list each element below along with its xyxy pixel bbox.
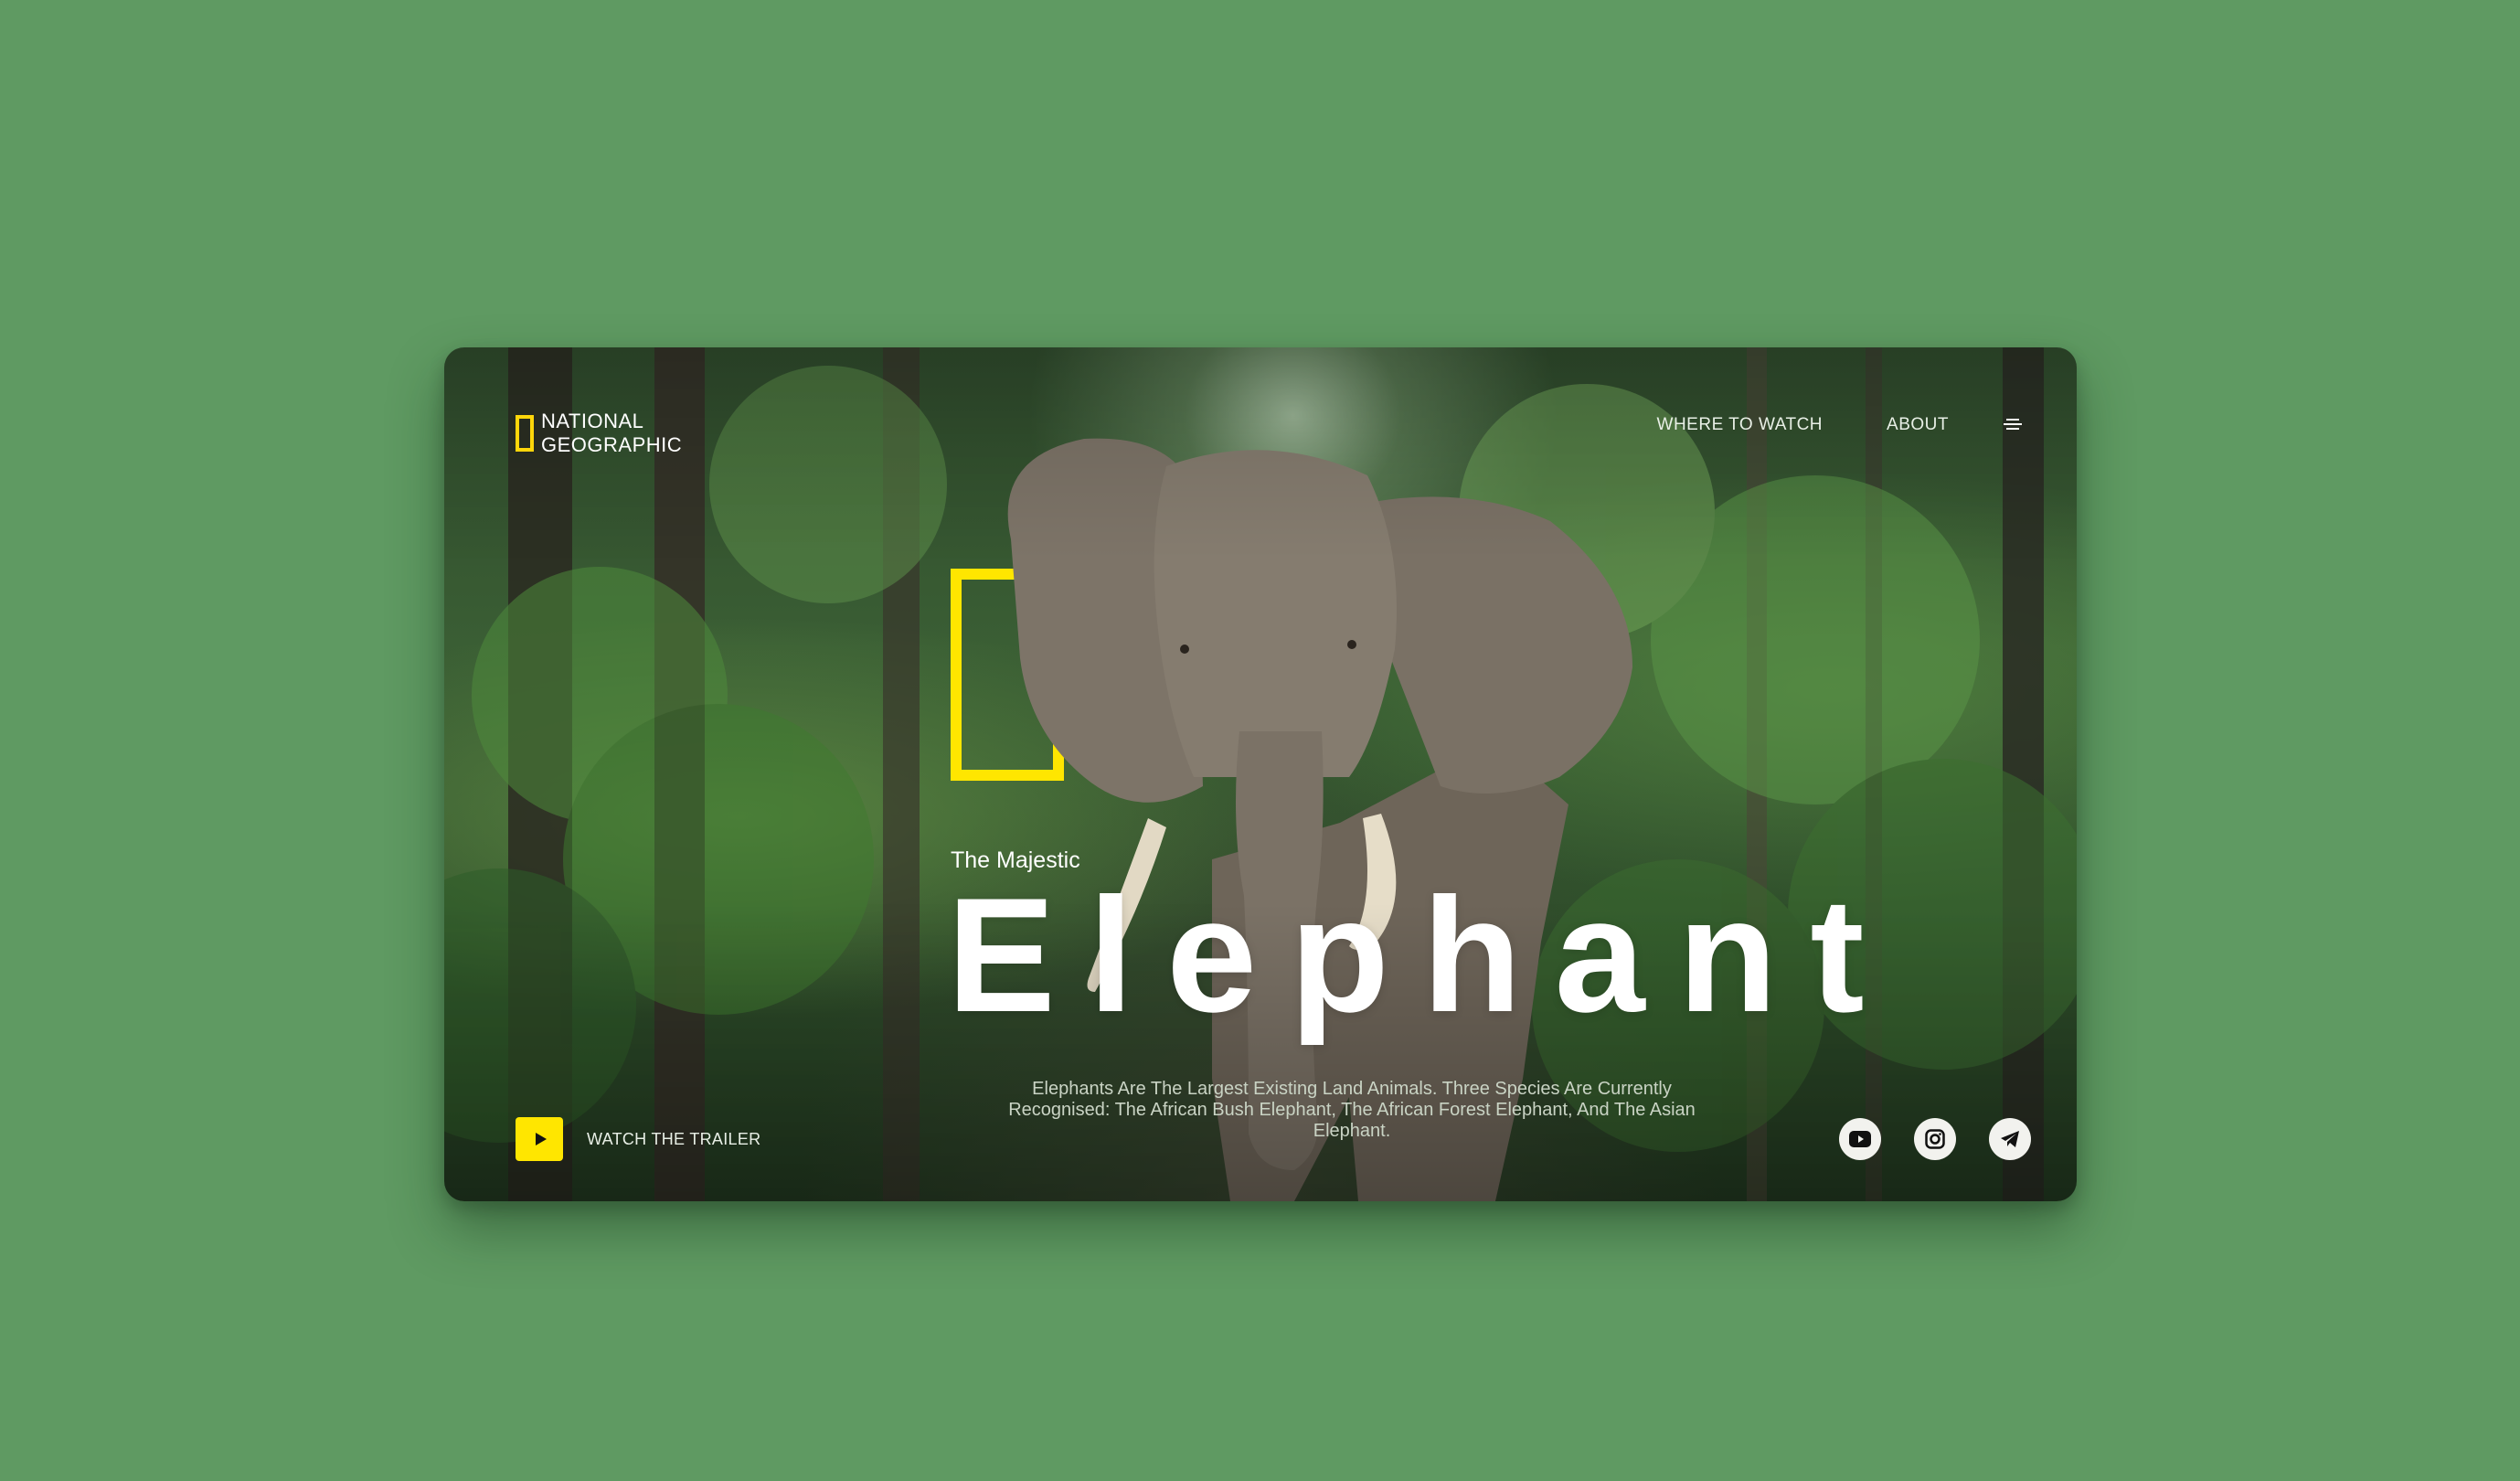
- hero-card: NATIONAL GEOGRAPHIC WHERE TO WATCH ABOUT…: [444, 347, 2077, 1201]
- brand-line-2: GEOGRAPHIC: [541, 433, 683, 456]
- telegram-icon[interactable]: [1989, 1118, 2031, 1160]
- hero-description: Elephants Are The Largest Existing Land …: [1008, 1079, 1696, 1141]
- top-nav: WHERE TO WATCH ABOUT: [1657, 415, 1949, 435]
- brand-name: NATIONAL GEOGRAPHIC: [541, 410, 682, 457]
- youtube-icon[interactable]: [1839, 1118, 1881, 1160]
- yellow-rectangle-icon: [516, 415, 534, 452]
- watch-trailer-button[interactable]: WATCH THE TRAILER: [516, 1117, 760, 1161]
- instagram-icon[interactable]: [1914, 1118, 1956, 1160]
- play-icon[interactable]: [516, 1117, 563, 1161]
- nav-where-to-watch[interactable]: WHERE TO WATCH: [1657, 415, 1824, 435]
- hero-title: Elephant: [947, 864, 1898, 1046]
- overlay-gradient: [444, 347, 2077, 1201]
- watch-trailer-label[interactable]: WATCH THE TRAILER: [587, 1130, 760, 1149]
- brand-line-1: NATIONAL: [541, 410, 644, 432]
- social-links: [1839, 1118, 2031, 1160]
- hamburger-menu-icon[interactable]: [2004, 416, 2022, 434]
- brand-logo[interactable]: NATIONAL GEOGRAPHIC: [516, 410, 682, 457]
- nav-about[interactable]: ABOUT: [1887, 415, 1949, 435]
